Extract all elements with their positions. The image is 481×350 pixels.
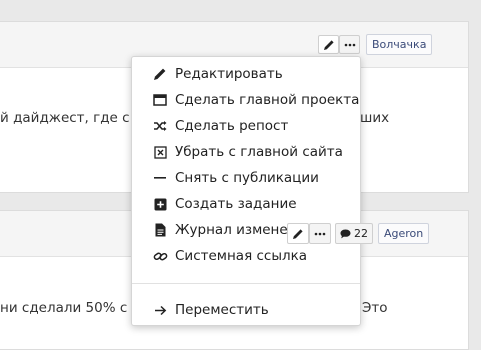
menu-item-label: Убрать с главной сайта (175, 144, 343, 160)
menu-item-label: Создать задание (175, 196, 297, 212)
post-excerpt-left: ни сделали 50% с (0, 300, 128, 316)
speech-bubble-icon (340, 229, 351, 239)
comments-count: 22 (354, 227, 368, 240)
pencil-icon (292, 228, 304, 240)
ellipsis-icon (314, 232, 326, 236)
menu-item-label: Снять с публикации (175, 170, 319, 186)
post-excerpt-right: Это (362, 300, 388, 316)
more-actions-button[interactable] (339, 35, 360, 54)
author-button[interactable]: Волчачка (366, 34, 433, 55)
menu-item-label: Системная ссылка (175, 248, 308, 264)
menu-item-unpublish[interactable]: Снять с публикации (132, 166, 360, 190)
arrow-right-icon (152, 302, 168, 318)
menu-item-move[interactable]: Переместить (132, 298, 360, 322)
menu-item-create-task[interactable]: Создать задание (132, 192, 360, 216)
menu-item-label: Сделать главной проекта (175, 92, 360, 108)
comments-button[interactable]: 22 (335, 223, 373, 244)
link-icon (152, 248, 168, 264)
pencil-icon (323, 39, 335, 51)
edit-button[interactable] (287, 223, 309, 244)
menu-item-repost[interactable]: Сделать репост (132, 114, 360, 138)
ellipsis-icon (344, 43, 356, 47)
menu-item-system-link[interactable]: Системная ссылка (132, 244, 360, 268)
author-button[interactable]: Ageron (378, 223, 430, 244)
plus-box-icon (152, 196, 168, 212)
more-actions-button[interactable] (309, 223, 331, 244)
menu-separator (132, 283, 360, 284)
edit-button[interactable] (318, 35, 339, 54)
dash-icon (152, 170, 168, 186)
menu-item-label: Сделать репост (175, 118, 289, 134)
document-icon (152, 222, 168, 238)
menu-item-label: Журнал изменени (175, 222, 306, 238)
menu-item-label: Переместить (175, 302, 269, 318)
x-box-icon (152, 144, 168, 160)
pencil-icon (152, 66, 168, 82)
menu-item-label: Редактировать (175, 66, 283, 82)
menu-item-remove-from-site-main[interactable]: Убрать с главной сайта (132, 140, 360, 164)
shuffle-icon (152, 118, 168, 134)
post-actions-menu: Редактировать Сделать главной проекта Сд… (131, 56, 361, 326)
menu-item-make-project-main[interactable]: Сделать главной проекта (132, 88, 360, 112)
menu-item-edit[interactable]: Редактировать (132, 62, 360, 86)
post-excerpt-left: й дайджест, где с (0, 110, 130, 126)
window-icon (152, 92, 168, 108)
post-excerpt-right: ших (360, 110, 390, 126)
